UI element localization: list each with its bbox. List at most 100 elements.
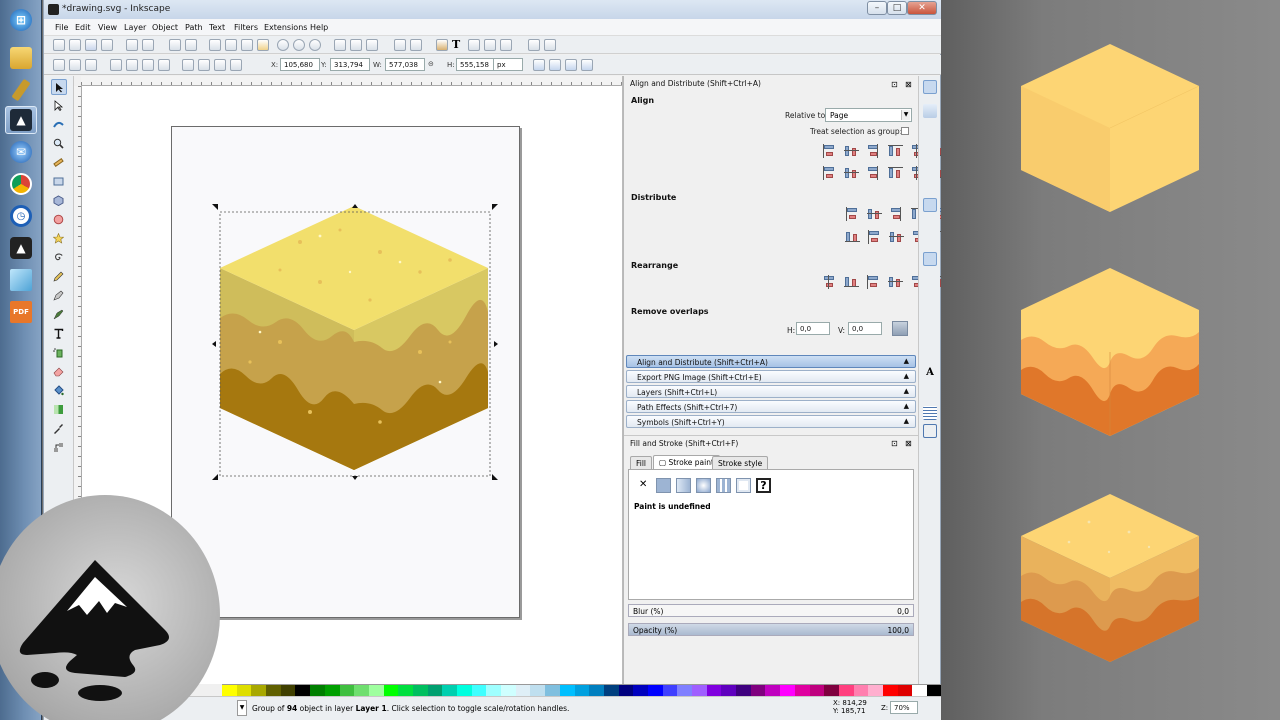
snap-toggle-icon[interactable] <box>923 80 937 94</box>
menu-layer[interactable]: Layer <box>124 23 146 32</box>
collapsed-layers-dialog[interactable]: Layers (Shift+Ctrl+L) ▲ <box>626 385 916 398</box>
transform-gradients-icon[interactable] <box>565 59 577 71</box>
taskbar-pen-app[interactable] <box>5 76 37 104</box>
redo-icon[interactable] <box>185 39 197 51</box>
flip-v-icon[interactable] <box>158 59 170 71</box>
save-icon[interactable] <box>85 39 97 51</box>
taskbar-inkscape-alt[interactable]: ▲ <box>5 234 37 262</box>
menu-file[interactable]: File <box>55 23 68 32</box>
new-document-icon[interactable] <box>53 39 65 51</box>
measure-tool[interactable] <box>51 155 67 171</box>
text-tool-icon[interactable]: T <box>452 39 464 51</box>
raise-icon[interactable] <box>198 59 210 71</box>
rearrange-option-icon[interactable] <box>821 274 838 290</box>
align-option-icon[interactable] <box>887 165 904 181</box>
taskbar-inkscape[interactable]: ▲ <box>5 106 37 134</box>
overlap-h-input[interactable]: 0,0 <box>796 322 830 335</box>
dock-pin-icon[interactable]: ⊡ <box>891 80 898 89</box>
collapsed-export-dialog[interactable]: Export PNG Image (Shift+Ctrl+E) ▲ <box>626 370 916 383</box>
document-props-icon[interactable] <box>544 39 556 51</box>
radial-gradient-icon[interactable] <box>696 478 711 493</box>
import-icon[interactable] <box>126 39 138 51</box>
taskbar-chrome[interactable] <box>5 170 37 198</box>
calligraphy-tool[interactable] <box>51 307 67 323</box>
snap-bbox-edge-icon[interactable] <box>923 122 937 136</box>
tab-stroke-style[interactable]: Stroke style <box>712 456 769 469</box>
zoom-drawing-icon[interactable] <box>293 39 305 51</box>
open-icon[interactable] <box>69 39 81 51</box>
align-option-icon[interactable] <box>821 165 838 181</box>
distribute-option-icon[interactable] <box>888 206 905 222</box>
unlink-clone-icon[interactable] <box>366 39 378 51</box>
snap-object-center-icon[interactable] <box>923 312 937 326</box>
snap-text-baseline-icon[interactable] <box>923 348 937 362</box>
collapsed-symbols-dialog[interactable]: Symbols (Shift+Ctrl+Y) ▲ <box>626 415 916 428</box>
raise-top-icon[interactable] <box>182 59 194 71</box>
close-button[interactable]: ✕ <box>907 1 937 15</box>
align-option-icon[interactable] <box>865 143 882 159</box>
menu-object[interactable]: Object <box>152 23 178 32</box>
taskbar-explorer[interactable] <box>5 44 37 72</box>
taskbar-sketch[interactable] <box>5 266 37 294</box>
no-paint-icon[interactable]: ✕ <box>639 479 647 490</box>
selector-tool[interactable] <box>51 79 67 95</box>
scale-corners-icon[interactable] <box>549 59 561 71</box>
ungroup-icon[interactable] <box>410 39 422 51</box>
distribute-option-icon[interactable] <box>866 229 883 245</box>
spiral-tool[interactable] <box>51 250 67 266</box>
tweak-tool[interactable] <box>51 117 67 133</box>
snap-page-icon[interactable] <box>923 388 937 402</box>
treat-as-group-checkbox[interactable] <box>901 127 909 135</box>
deselect-icon[interactable] <box>85 59 97 71</box>
opacity-slider[interactable]: Opacity (%) 100,0 <box>628 623 914 636</box>
group-icon[interactable] <box>394 39 406 51</box>
snap-cusp-icon[interactable] <box>923 252 937 266</box>
pattern-icon[interactable] <box>716 478 731 493</box>
distribute-option-icon[interactable] <box>888 229 905 245</box>
layer-dropdown-icon[interactable]: ▼ <box>237 700 247 716</box>
taskbar-pdf[interactable]: PDF <box>5 298 37 326</box>
menu-extensions[interactable]: Extensions <box>264 23 307 32</box>
align-option-icon[interactable] <box>843 143 860 159</box>
snap-rotation-center-icon[interactable] <box>923 330 937 344</box>
print-icon[interactable] <box>101 39 113 51</box>
bucket-tool[interactable] <box>51 383 67 399</box>
clone-icon[interactable] <box>350 39 362 51</box>
distribute-option-icon[interactable] <box>844 206 861 222</box>
zoom-input[interactable]: 70% <box>890 701 918 714</box>
pencil-tool[interactable] <box>51 269 67 285</box>
select-all-icon[interactable] <box>53 59 65 71</box>
rect-tool[interactable] <box>51 174 67 190</box>
ellipse-tool[interactable] <box>51 212 67 228</box>
gradient-tool[interactable] <box>51 402 67 418</box>
snap-text-icon[interactable]: A <box>923 366 937 380</box>
dock-close-icon[interactable]: ⊠ <box>905 80 912 89</box>
rearrange-option-icon[interactable] <box>887 274 904 290</box>
snap-grid-icon[interactable] <box>923 406 937 420</box>
h-input[interactable]: 555,158 <box>456 58 496 71</box>
flip-h-icon[interactable] <box>142 59 154 71</box>
collapsed-align-dialog[interactable]: Align and Distribute (Shift+Ctrl+A) ▲ <box>626 355 916 368</box>
flat-color-icon[interactable] <box>656 478 671 493</box>
align-option-icon[interactable] <box>865 165 882 181</box>
text-tool[interactable] <box>51 326 67 342</box>
rearrange-option-icon[interactable] <box>865 274 882 290</box>
3dbox-tool[interactable] <box>51 193 67 209</box>
relative-to-select[interactable]: Page ▼ <box>825 108 912 122</box>
snap-nodes-icon[interactable] <box>923 198 937 212</box>
spray-tool[interactable] <box>51 345 67 361</box>
snap-center-icon[interactable] <box>923 176 937 190</box>
zoom-selection-icon[interactable] <box>277 39 289 51</box>
dock-close-icon[interactable]: ⊠ <box>905 439 912 448</box>
align-icon[interactable] <box>500 39 512 51</box>
paste-in-place-icon[interactable] <box>257 39 269 51</box>
lower-icon[interactable] <box>214 59 226 71</box>
lower-bottom-icon[interactable] <box>230 59 242 71</box>
undo-icon[interactable] <box>169 39 181 51</box>
snap-midpoint-icon[interactable] <box>923 288 937 302</box>
unset-paint-icon[interactable]: ? <box>756 478 771 493</box>
star-tool[interactable] <box>51 231 67 247</box>
rotate-ccw-icon[interactable] <box>110 59 122 71</box>
zoom-page-icon[interactable] <box>309 39 321 51</box>
snap-bbox-corner-icon[interactable] <box>923 140 937 154</box>
